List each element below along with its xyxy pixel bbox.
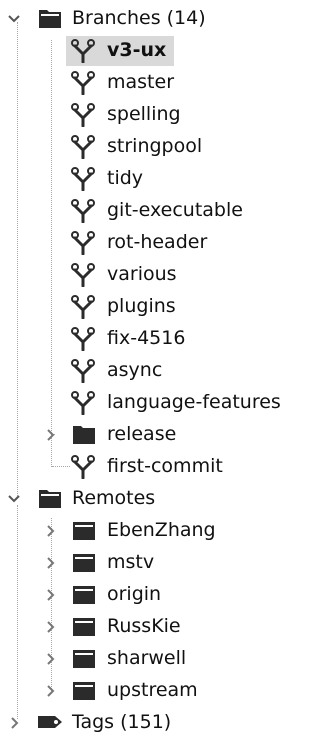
branches-group-label: Branches (14): [72, 7, 206, 29]
branch-icon: [71, 231, 95, 255]
folder-icon: [37, 487, 63, 509]
chevron-right-icon[interactable]: [44, 684, 58, 698]
branch-item-spelling[interactable]: spelling: [0, 98, 308, 130]
remote-item-upstream[interactable]: upstream: [0, 674, 308, 706]
remote-icon: [71, 583, 97, 605]
tag-icon: [37, 714, 63, 730]
branch-icon: [71, 103, 95, 127]
remote-label: sharwell: [107, 647, 187, 669]
remotes-group[interactable]: Remotes: [0, 482, 308, 514]
chevron-right-icon[interactable]: [8, 716, 22, 730]
chevron-right-icon[interactable]: [44, 428, 58, 442]
remote-label: EbenZhang: [107, 519, 216, 541]
branch-icon: [71, 135, 95, 159]
remote-label: RussKie: [107, 615, 181, 637]
branch-label: rot-header: [107, 231, 208, 253]
branch-item-master[interactable]: master: [0, 66, 308, 98]
chevron-right-icon[interactable]: [44, 620, 58, 634]
branch-icon: [71, 71, 95, 95]
remote-label: mstv: [107, 551, 155, 573]
branch-label: master: [107, 71, 175, 93]
branch-item-tidy[interactable]: tidy: [0, 162, 308, 194]
remote-icon: [71, 679, 97, 701]
branches-group[interactable]: Branches (14): [0, 2, 308, 34]
branch-label: v3-ux: [107, 39, 167, 61]
remote-item-origin[interactable]: origin: [0, 578, 308, 610]
branch-folder-release[interactable]: release: [0, 418, 308, 450]
branch-icon: [71, 295, 95, 319]
branch-icon: [71, 327, 95, 351]
branch-icon: [71, 199, 95, 223]
branch-item-fix-4516[interactable]: fix-4516: [0, 322, 308, 354]
chevron-right-icon[interactable]: [44, 652, 58, 666]
remotes-group-label: Remotes: [72, 487, 156, 509]
branch-item-various[interactable]: various: [0, 258, 308, 290]
folder-icon: [71, 423, 97, 445]
branch-icon: [71, 359, 95, 383]
branch-item-git-executable[interactable]: git-executable: [0, 194, 308, 226]
branch-label: git-executable: [107, 199, 243, 221]
branch-label: language-features: [107, 391, 281, 413]
remote-item-russkie[interactable]: RussKie: [0, 610, 308, 642]
folder-icon: [37, 7, 63, 29]
branch-label: async: [107, 359, 163, 381]
branch-icon: [71, 391, 95, 415]
chevron-down-icon[interactable]: [7, 12, 21, 26]
branch-folder-label: release: [107, 423, 177, 445]
branch-icon: [71, 455, 95, 479]
branch-item-first-commit[interactable]: first-commit: [0, 450, 308, 482]
git-tree-panel: { "tree": { "branches_group": { "label":…: [0, 0, 308, 739]
branch-label: spelling: [107, 103, 181, 125]
branch-item-async[interactable]: async: [0, 354, 308, 386]
branch-label: first-commit: [107, 455, 223, 477]
remote-icon: [71, 615, 97, 637]
tags-group-label: Tags (151): [72, 711, 172, 733]
branch-icon: [71, 39, 95, 63]
branch-label: tidy: [107, 167, 144, 189]
tags-group[interactable]: Tags (151): [0, 706, 308, 738]
chevron-right-icon[interactable]: [44, 556, 58, 570]
chevron-right-icon[interactable]: [44, 524, 58, 538]
remote-item-mstv[interactable]: mstv: [0, 546, 308, 578]
branch-label: fix-4516: [107, 327, 186, 349]
chevron-right-icon[interactable]: [44, 588, 58, 602]
branch-label: plugins: [107, 295, 176, 317]
remote-item-ebenzhang[interactable]: EbenZhang: [0, 514, 308, 546]
remote-icon: [71, 551, 97, 573]
remote-label: upstream: [107, 679, 198, 701]
branch-item-language-features[interactable]: language-features: [0, 386, 308, 418]
remote-item-sharwell[interactable]: sharwell: [0, 642, 308, 674]
branch-icon: [71, 263, 95, 287]
branch-label: stringpool: [107, 135, 203, 157]
branch-label: various: [107, 263, 177, 285]
branch-icon: [71, 167, 95, 191]
branch-item-stringpool[interactable]: stringpool: [0, 130, 308, 162]
remote-label: origin: [107, 583, 162, 605]
branch-item-rot-header[interactable]: rot-header: [0, 226, 308, 258]
branch-item-v3-ux[interactable]: v3-ux: [0, 34, 308, 66]
chevron-down-icon[interactable]: [7, 492, 21, 506]
remote-icon: [71, 647, 97, 669]
remote-icon: [71, 519, 97, 541]
branch-item-plugins[interactable]: plugins: [0, 290, 308, 322]
